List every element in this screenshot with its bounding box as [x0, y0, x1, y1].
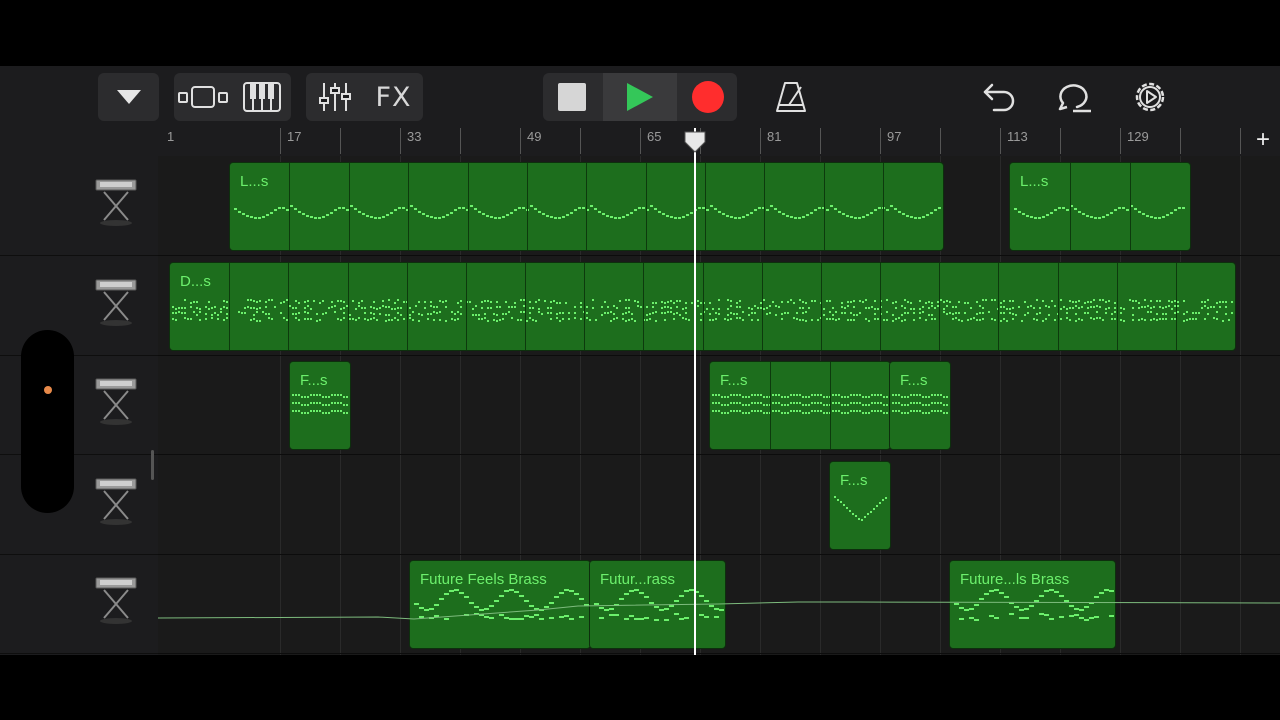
ruler-bar-number: 33	[407, 129, 422, 144]
track-height-slider[interactable]	[21, 330, 74, 513]
keyboard-stand-icon	[95, 478, 137, 525]
stop-icon	[558, 83, 586, 111]
mixer-icon	[319, 83, 351, 111]
garageband-window: FX 1 17 33 49 65 81 97 113 129 + L...s L…	[0, 66, 1280, 655]
ruler-tick	[280, 128, 281, 154]
fx-label: FX	[375, 81, 412, 113]
ruler-bar-number: 97	[887, 129, 902, 144]
ruler-tick	[400, 128, 401, 154]
ruler-tick	[460, 128, 461, 154]
bar-ruler[interactable]: 1 17 33 49 65 81 97 113 129 +	[158, 126, 1280, 156]
fx-button[interactable]: FX	[364, 73, 423, 121]
ruler-tick	[580, 128, 581, 154]
settings-button[interactable]	[1126, 73, 1174, 121]
settings-icon	[1135, 82, 1165, 112]
keyboard-stand-icon	[95, 179, 137, 226]
mixer-button[interactable]	[306, 73, 364, 121]
ruler-tick	[640, 128, 641, 154]
ruler-bar-number: 1	[167, 129, 175, 144]
loop-icon	[1058, 84, 1091, 113]
chevron-down-icon	[116, 90, 141, 104]
ruler-tick	[820, 128, 821, 154]
ruler-tick	[1060, 128, 1061, 154]
header-scroll-indicator[interactable]	[151, 450, 154, 480]
ruler-bar-number: 17	[287, 129, 302, 144]
play-button[interactable]	[603, 73, 677, 121]
transport-group	[543, 73, 737, 121]
play-icon	[627, 83, 653, 111]
ruler-tick	[520, 128, 521, 154]
undo-button[interactable]	[975, 73, 1023, 121]
ruler-bar-number: 65	[647, 129, 662, 144]
volume-automation-line	[158, 601, 1280, 620]
slider-indicator	[44, 386, 52, 394]
undo-icon	[983, 83, 1015, 112]
ruler-tick	[1240, 128, 1241, 154]
tracks-area[interactable]: L...s L...s D...s F...s F...s F...s F...s Futur…	[158, 156, 1280, 655]
ruler-tick	[1120, 128, 1121, 154]
ruler-bar-number: 113	[1007, 129, 1028, 144]
add-section-button[interactable]: +	[1256, 126, 1270, 154]
track-view-icon	[178, 86, 228, 108]
track-view-button[interactable]	[174, 73, 232, 121]
ruler-tick	[1180, 128, 1181, 154]
track-header-1[interactable]	[0, 156, 158, 256]
track-header-2[interactable]	[0, 256, 158, 356]
stop-button[interactable]	[543, 73, 601, 121]
ruler-bar-number: 81	[767, 129, 782, 144]
playhead-line	[693, 128, 696, 655]
loop-browser-button[interactable]	[1051, 73, 1099, 121]
ruler-tick	[1000, 128, 1001, 154]
tracks-view-chevron-button[interactable]	[98, 73, 159, 121]
track-headers	[0, 128, 158, 655]
keyboard-icon	[242, 82, 281, 112]
ruler-tick	[340, 128, 341, 154]
ruler-tick	[880, 128, 881, 154]
track-header-5[interactable]	[0, 554, 158, 654]
keyboard-button[interactable]	[232, 73, 291, 121]
playhead-handle[interactable]	[683, 130, 707, 154]
keyboard-stand-icon	[95, 378, 137, 425]
mix-fx-group: FX	[306, 73, 423, 121]
keyboard-stand-icon	[95, 577, 137, 624]
ruler-bar-number: 49	[527, 129, 542, 144]
ruler-tick	[760, 128, 761, 154]
ruler-bar-number: 129	[1127, 129, 1149, 144]
view-toggle-group	[174, 73, 291, 121]
metronome-icon	[776, 82, 806, 112]
control-bar: FX	[0, 66, 1280, 128]
record-icon	[692, 81, 724, 113]
keyboard-stand-icon	[95, 279, 137, 326]
metronome-button[interactable]	[767, 73, 815, 121]
record-button[interactable]	[679, 73, 737, 121]
ruler-tick	[940, 128, 941, 154]
